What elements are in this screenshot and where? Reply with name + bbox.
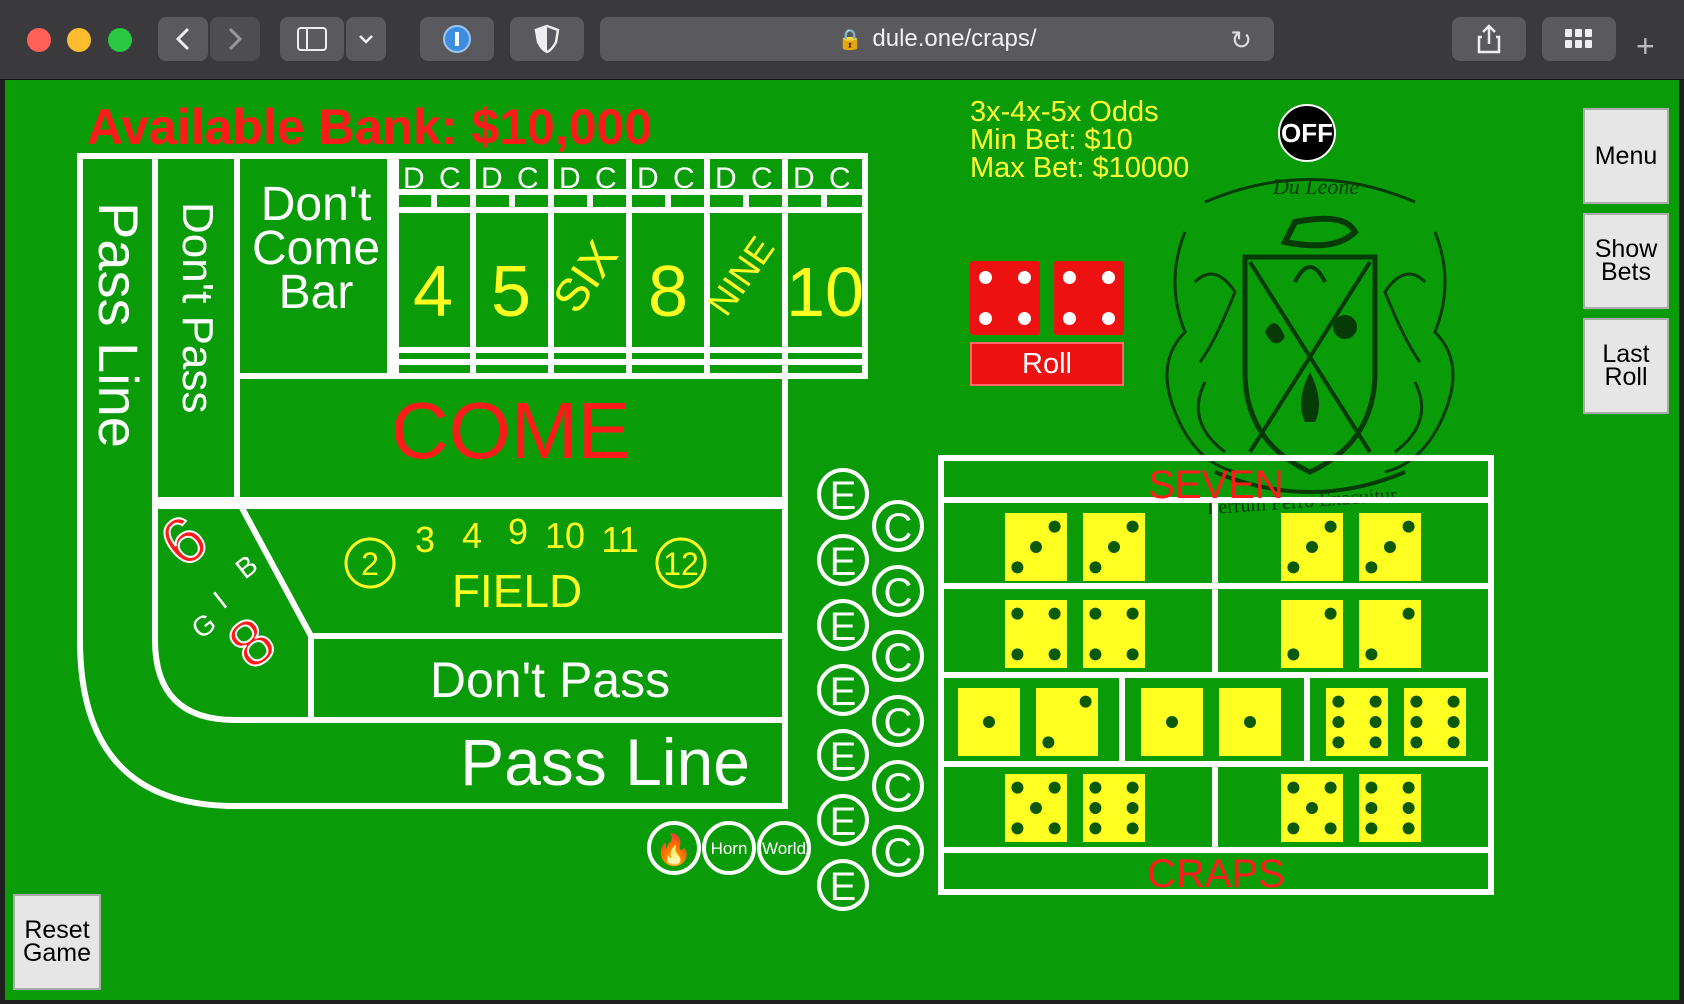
- place-8[interactable]: 8: [648, 252, 688, 332]
- prop-die: [1219, 688, 1281, 756]
- prop-die: [1281, 600, 1343, 668]
- url-text: dule.one/craps/: [872, 25, 1037, 52]
- prop-die: [1281, 513, 1343, 581]
- prop-die: [1005, 513, 1067, 581]
- c-bet-3[interactable]: C: [884, 636, 913, 680]
- prop-die: [958, 688, 1020, 756]
- field-num-3: 3: [415, 519, 435, 560]
- place-10[interactable]: 10: [786, 253, 864, 331]
- dc-d-4[interactable]: D: [403, 162, 425, 195]
- dc-c-5[interactable]: C: [517, 162, 539, 195]
- shield-icon: [534, 24, 560, 54]
- prop-die: [1005, 774, 1067, 842]
- minimize-window-button[interactable]: [67, 28, 91, 52]
- craps-layout: DC DC DC DC DC DC 4 5 SIX 8 NINE 10 Don'…: [77, 153, 1494, 911]
- place-9[interactable]: NINE: [699, 229, 782, 323]
- ec-bets: E E E E E E E C C C C C C: [817, 468, 924, 911]
- dc-d-10[interactable]: D: [793, 162, 815, 195]
- c-bet-6[interactable]: C: [884, 831, 913, 875]
- c-bet-4[interactable]: C: [884, 701, 913, 745]
- place-4[interactable]: 4: [413, 252, 453, 332]
- back-button[interactable]: [158, 17, 208, 61]
- big-letter-b: B: [230, 549, 264, 585]
- e-bet-4[interactable]: E: [830, 670, 857, 714]
- prop-die: [1359, 600, 1421, 668]
- horn-bet[interactable]: Horn: [711, 839, 748, 858]
- close-window-button[interactable]: [27, 28, 51, 52]
- field-num-10: 10: [545, 515, 585, 556]
- any-seven-bet[interactable]: SEVEN: [1148, 463, 1284, 507]
- share-button[interactable]: [1452, 17, 1526, 61]
- share-icon: [1477, 24, 1501, 54]
- e-bet-5[interactable]: E: [830, 735, 857, 779]
- password-manager-button[interactable]: [420, 17, 494, 61]
- dc-c-4[interactable]: C: [439, 162, 461, 195]
- sidebar-icon: [297, 27, 327, 51]
- zoom-window-button[interactable]: [108, 28, 132, 52]
- new-tab-button[interactable]: +: [1636, 28, 1655, 65]
- world-bet[interactable]: World: [762, 839, 806, 858]
- privacy-shield-button[interactable]: [510, 17, 584, 61]
- field-num-4: 4: [462, 515, 482, 556]
- address-bar[interactable]: 🔒 dule.one/craps/ ↻: [600, 17, 1274, 61]
- e-bet-7[interactable]: E: [830, 865, 857, 909]
- chevron-left-icon: [175, 27, 190, 51]
- chevron-right-icon: [228, 27, 243, 51]
- prop-die: [1326, 688, 1388, 756]
- forward-button[interactable]: [210, 17, 260, 61]
- sidebar-toggle-button[interactable]: [280, 17, 344, 61]
- dont-pass-bar[interactable]: Don't Pass: [430, 652, 670, 708]
- place-5[interactable]: 5: [491, 252, 531, 332]
- e-bet-2[interactable]: E: [830, 540, 857, 584]
- e-bet-3[interactable]: E: [830, 605, 857, 649]
- fire-bet-icon[interactable]: 🔥: [655, 832, 692, 868]
- dc-d-9[interactable]: D: [715, 162, 737, 195]
- field-num-12: 12: [663, 546, 699, 582]
- come-area[interactable]: COME: [391, 386, 631, 475]
- field-num-9: 9: [508, 511, 528, 552]
- prop-die: [1036, 688, 1098, 756]
- pass-line-vertical[interactable]: Pass Line: [87, 202, 150, 448]
- prop-die: [1359, 774, 1421, 842]
- browser-toolbar: 🔒 dule.one/craps/ ↻ +: [0, 0, 1684, 80]
- craps-table: Available Bank: $10,000 3x-4x-5x Odds Mi…: [5, 80, 1679, 1000]
- dc-c-8[interactable]: C: [673, 162, 695, 195]
- password-manager-icon: [443, 25, 471, 53]
- prop-die: [1404, 688, 1466, 756]
- prop-die: [1281, 774, 1343, 842]
- c-bet-2[interactable]: C: [884, 571, 913, 615]
- field-num-11: 11: [601, 519, 638, 560]
- c-bet-1[interactable]: C: [884, 506, 913, 550]
- lock-icon: 🔒: [837, 28, 863, 51]
- big-letter-i: I: [208, 586, 233, 615]
- prop-die: [1083, 513, 1145, 581]
- dc-d-5[interactable]: D: [481, 162, 503, 195]
- prop-die: [1005, 600, 1067, 668]
- e-bet-1[interactable]: E: [830, 474, 857, 518]
- prop-die: [1359, 513, 1421, 581]
- pass-line-bottom[interactable]: Pass Line: [460, 725, 750, 799]
- grid-icon: [1565, 29, 1592, 48]
- dc-d-6[interactable]: D: [559, 162, 581, 195]
- e-bet-6[interactable]: E: [830, 800, 857, 844]
- tab-overview-button[interactable]: [1542, 17, 1616, 61]
- reload-icon[interactable]: ↻: [1230, 25, 1252, 56]
- prop-die: [1083, 600, 1145, 668]
- chevron-down-icon: [359, 35, 373, 44]
- dont-pass-vertical[interactable]: Don't Pass: [173, 202, 222, 413]
- dont-come-bar-line3[interactable]: Bar: [279, 266, 354, 319]
- c-bet-5[interactable]: C: [884, 766, 913, 810]
- field-area[interactable]: FIELD: [452, 565, 582, 617]
- prop-die: [1083, 774, 1145, 842]
- dc-c-10[interactable]: C: [829, 162, 851, 195]
- sidebar-dropdown-button[interactable]: [346, 17, 386, 61]
- field-num-2: 2: [361, 546, 379, 582]
- dc-c-9[interactable]: C: [751, 162, 773, 195]
- place-6[interactable]: SIX: [543, 231, 628, 322]
- big-6-8-area[interactable]: 6 B I G 8: [145, 499, 289, 684]
- dc-c-6[interactable]: C: [595, 162, 617, 195]
- dc-d-8[interactable]: D: [637, 162, 659, 195]
- any-craps-bet[interactable]: CRAPS: [1147, 852, 1285, 896]
- prop-die: [1141, 688, 1203, 756]
